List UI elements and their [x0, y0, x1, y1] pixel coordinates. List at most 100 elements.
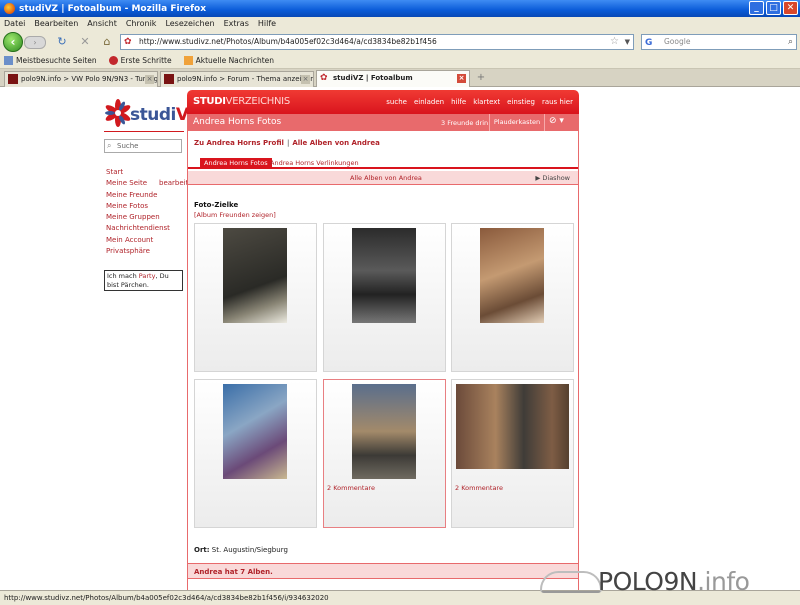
photo-image[interactable]	[480, 228, 544, 323]
bookmark-folder-icon	[4, 56, 13, 65]
search-icon: ⌕	[107, 141, 112, 150]
menu-bearbeiten[interactable]: Bearbeiten	[34, 19, 78, 28]
nav-einladen[interactable]: einladen	[414, 98, 444, 106]
page-title: Andrea Horns Fotos	[193, 117, 282, 127]
photo-image[interactable]	[352, 228, 416, 323]
tab-close-icon[interactable]: ×	[457, 74, 466, 83]
menu-chronik[interactable]: Chronik	[126, 19, 157, 28]
nav-einstieg[interactable]: einstieg	[507, 98, 535, 106]
nav-suche[interactable]: suche	[386, 98, 407, 106]
photo-thumbnail[interactable]	[323, 223, 446, 372]
url-bar[interactable]: ✿ http://www.studivz.net/Photos/Album/b4…	[120, 34, 634, 50]
sidebar-item-mein-account[interactable]: Mein Account	[106, 235, 186, 246]
menu-datei[interactable]: Datei	[4, 19, 25, 28]
home-icon[interactable]: ⌂	[100, 35, 114, 49]
tab-close-icon[interactable]: ×	[145, 75, 154, 84]
search-placeholder: Google	[664, 37, 691, 46]
bookmark-page-icon	[108, 56, 118, 65]
bookmarks-toolbar: Meistbesuchte Seiten Erste Schritte Aktu…	[0, 53, 800, 69]
photo-thumbnail[interactable]	[194, 223, 317, 372]
nav-hilfe[interactable]: hilfe	[451, 98, 466, 106]
all-albums-bar-link[interactable]: Alle Alben von Andrea	[350, 174, 422, 182]
search-icon[interactable]: ⌕	[788, 35, 793, 49]
page-viewport: studiVZ ⌕ Suche Start Meine Seitebearbei…	[0, 87, 800, 590]
photo-image[interactable]	[223, 228, 287, 323]
promo-link[interactable]: Party	[139, 272, 156, 280]
tab-favicon-icon	[8, 74, 18, 84]
slideshow-link[interactable]: ▶ Diashow	[535, 174, 570, 182]
sidebar-divider	[104, 131, 184, 132]
tab-polo9n-forum[interactable]: polo9N.info > Forum - Thema anzeigen ...…	[160, 71, 314, 87]
sidebar-search-input[interactable]: ⌕ Suche	[104, 139, 182, 153]
minimize-button[interactable]: _	[749, 1, 764, 15]
menu-hilfe[interactable]: Hilfe	[258, 19, 276, 28]
nav-raus-hier[interactable]: raus hier	[542, 98, 573, 106]
album-count-text: Andrea hat 7 Alben.	[194, 568, 273, 576]
photo-comments-link[interactable]: 2 Kommentare	[327, 484, 375, 492]
maximize-button[interactable]: □	[766, 1, 781, 15]
photo-comments-link[interactable]: 2 Kommentare	[455, 484, 503, 492]
studivz-flower-icon	[105, 99, 131, 127]
sidebar-item-nachrichtendienst[interactable]: Nachrichtendienst	[106, 223, 186, 234]
status-url: http://www.studivz.net/Photos/Album/b4a0…	[4, 594, 329, 602]
photo-thumbnail[interactable]: 2 Kommentare	[451, 379, 574, 528]
site-favicon-icon: ✿	[124, 37, 132, 47]
navigation-toolbar: ‹ › ↻ ✕ ⌂ ✿ http://www.studivz.net/Photo…	[0, 30, 800, 53]
tab-studivz-fotoalbum[interactable]: ✿ studiVZ | Fotoalbum ×	[316, 70, 470, 87]
stop-icon[interactable]: ✕	[78, 35, 92, 49]
new-tab-button[interactable]: +	[473, 72, 489, 86]
sidebar-item-meine-fotos[interactable]: Meine Fotos	[106, 201, 186, 212]
menu-lesezeichen[interactable]: Lesezeichen	[165, 19, 214, 28]
sidebar-item-meine-seite[interactable]: Meine Seite	[106, 179, 147, 187]
studiverzeichnis-brand[interactable]: STUDIVERZEICHNIS	[193, 96, 290, 107]
bookmark-star-icon[interactable]: ☆	[610, 35, 619, 49]
profile-links: Zu Andrea Horns Profil | Alle Alben von An…	[194, 139, 380, 147]
menu-extras[interactable]: Extras	[224, 19, 249, 28]
search-bar[interactable]: G Google ⌕	[641, 34, 797, 50]
google-icon[interactable]: G	[645, 36, 652, 50]
menu-ansicht[interactable]: Ansicht	[87, 19, 117, 28]
profile-link[interactable]: Zu Andrea Horns Profil	[194, 139, 284, 147]
photo-thumbnail[interactable]	[194, 379, 317, 528]
sidebar-item-meine-freunde[interactable]: Meine Freunde	[106, 190, 186, 201]
photo-image[interactable]	[456, 384, 569, 469]
photo-image[interactable]	[352, 384, 416, 479]
close-window-button[interactable]: ✕	[783, 1, 798, 15]
tab-polo9n-tuning[interactable]: polo9N.info > VW Polo 9N/9N3 - Tuning...…	[4, 71, 158, 87]
nav-klartext[interactable]: klartext	[473, 98, 500, 106]
share-album-link[interactable]: [Album Freunden zeigen]	[194, 211, 276, 219]
plauderkasten-button[interactable]: Plauderkasten	[489, 114, 545, 131]
album-count-bar: Andrea hat 7 Alben.	[188, 563, 578, 579]
album-location: Ort: St. Augustin/Siegburg	[194, 546, 288, 554]
studivz-logo[interactable]: studiVZ	[104, 99, 201, 129]
album-nav-bar: Alle Alben von Andrea ▶ Diashow	[188, 171, 578, 185]
album-content: Zu Andrea Horns Profil | Alle Alben von An…	[187, 131, 579, 590]
bookmark-erste-schritte[interactable]: Erste Schritte	[108, 56, 172, 65]
photo-thumbnail[interactable]: 2 Kommentare	[323, 379, 446, 528]
tab-andrea-horns-fotos[interactable]: Andrea Horns Fotos	[200, 158, 272, 169]
photo-image[interactable]	[223, 384, 287, 479]
sidebar-nav: Start Meine Seite bearbeiten Meine Freund…	[106, 167, 197, 257]
options-menu-icon[interactable]: ⊘ ▾	[549, 116, 564, 126]
reload-icon[interactable]: ↻	[55, 35, 69, 49]
photo-thumbnail[interactable]	[451, 223, 574, 372]
sidebar-item-start[interactable]: Start	[106, 167, 186, 178]
tab-favicon-icon	[164, 74, 174, 84]
tab-close-icon[interactable]: ×	[301, 75, 310, 84]
tab-strip: polo9N.info > VW Polo 9N/9N3 - Tuning...…	[0, 69, 800, 87]
friends-online-link[interactable]: 3 Freunde drin	[441, 119, 488, 127]
bookmark-meistbesuchte[interactable]: Meistbesuchte Seiten	[4, 56, 97, 65]
sidebar-promo-box[interactable]: Ich mach Party, Du bist Pärchen.	[104, 270, 183, 291]
sidebar-item-meine-gruppen[interactable]: Meine Gruppen	[106, 212, 186, 223]
window-title: studiVZ | Fotoalbum - Mozilla Firefox	[19, 3, 206, 14]
bookmark-aktuelle-nachrichten[interactable]: Aktuelle Nachrichten	[183, 56, 274, 65]
back-button[interactable]: ‹	[3, 32, 23, 52]
sidebar-item-privatsphaere[interactable]: Privatsphäre	[106, 246, 186, 257]
url-text: http://www.studivz.net/Photos/Album/b4a0…	[139, 37, 437, 46]
tab-andrea-horns-verlinkungen[interactable]: Andrea Horns Verlinkungen	[266, 158, 363, 169]
album-title: Foto-Zielke	[194, 201, 239, 209]
forward-button[interactable]: ›	[24, 36, 46, 49]
page-title-bar: Andrea Horns Fotos 3 Freunde drin Plaude…	[187, 114, 579, 131]
all-albums-link[interactable]: Alle Alben von Andrea	[292, 139, 380, 147]
url-dropdown-icon[interactable]: ▼	[625, 35, 630, 49]
